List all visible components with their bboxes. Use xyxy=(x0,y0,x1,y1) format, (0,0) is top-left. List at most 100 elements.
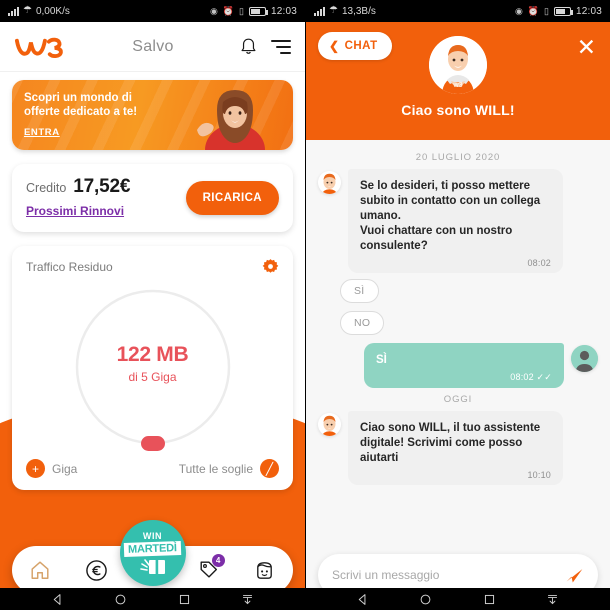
message-bubble-incoming: Se lo desideri, ti posso mettere subito … xyxy=(348,169,563,273)
gift-icon xyxy=(139,558,165,574)
chat-header: ❮ CHAT ✕ w3 Ciao sono WILL! xyxy=(306,22,610,140)
will-chat-screen: ❮ CHAT ✕ w3 Ciao sono WILL! 20 LUGLIO 20… xyxy=(306,22,610,610)
topup-button[interactable]: RICARICA xyxy=(185,181,279,215)
message-text: SÌ xyxy=(376,354,387,366)
message-row-incoming: Se lo desideri, ti posso mettere subito … xyxy=(318,169,598,273)
euro-icon xyxy=(85,559,107,581)
credit-amount: 17,52€ xyxy=(73,176,131,197)
message-time: 08:02 ✓✓ xyxy=(376,372,552,383)
traffic-footer: + Giga Tutte le soglie ╱ xyxy=(26,459,279,478)
home-icon xyxy=(31,561,49,579)
alarm-icon: ⏰ xyxy=(527,5,540,16)
battery-icon xyxy=(248,6,268,16)
user-avatar xyxy=(571,345,598,372)
eye-icon: ◉ xyxy=(209,5,218,16)
wifi-icon: ☂ xyxy=(23,5,32,16)
win-line-1: WIN xyxy=(142,530,163,541)
windtre-w3-logo[interactable] xyxy=(14,32,72,62)
bottom-nav-item-offers[interactable]: 4 xyxy=(192,553,226,587)
status-bar-left: ☂ 0,00K/s ◉ ⏰ ▯ 12:03 xyxy=(0,0,305,22)
home-icon[interactable] xyxy=(114,593,127,606)
day-separator: 20 LUGLIO 2020 xyxy=(415,152,501,163)
status-bar-right: ☂ 13,3B/s ◉ ⏰ ▯ 12:03 xyxy=(306,0,610,22)
right-phone-panel: ☂ 13,3B/s ◉ ⏰ ▯ 12:03 ❮ CHAT ✕ w3 Ciao s… xyxy=(305,0,610,610)
signal-icon xyxy=(314,6,325,16)
bottom-nav-item-credit[interactable] xyxy=(79,553,113,587)
message-text: Ciao sono WILL, il tuo assistente digita… xyxy=(360,422,541,464)
will-avatar-small xyxy=(318,171,341,194)
network-speed-right: 13,3B/s xyxy=(341,5,376,17)
credit-row: Credito 17,52€ xyxy=(26,176,186,198)
quick-reply-yes[interactable]: SÌ xyxy=(340,279,379,303)
message-time: 10:10 xyxy=(527,470,551,480)
all-thresholds-action[interactable]: Tutte le soglie ╱ xyxy=(179,459,279,478)
bell-icon[interactable] xyxy=(240,37,257,57)
traffic-title: Traffico Residuo xyxy=(26,259,113,274)
traffic-card: Traffico Residuo 122 MB di 5 Giga + Giga… xyxy=(12,246,293,490)
message-time: 08:02 xyxy=(527,258,551,268)
will-avatar-art: w3 xyxy=(429,36,487,94)
next-renewals-link[interactable]: Prossimi Rinnovi xyxy=(26,204,124,218)
windtre-app-home: Salvo Scopri un mondo di offerte dedicat… xyxy=(0,22,305,610)
bottom-nav-item-profile[interactable] xyxy=(248,553,282,587)
add-giga-action[interactable]: + Giga xyxy=(26,459,77,478)
gear-icon[interactable] xyxy=(262,258,279,275)
status-right-group: ◉ ⏰ ▯ 12:03 xyxy=(210,6,297,17)
promo-cta-link[interactable]: ENTRA xyxy=(24,127,60,138)
chat-message-list[interactable]: 20 LUGLIO 2020 Se lo desideri, ti posso … xyxy=(306,140,610,562)
gauge-center-text: 122 MB di 5 Giga xyxy=(78,343,228,384)
back-icon[interactable] xyxy=(51,593,64,606)
thresholds-label: Tutte le soglie xyxy=(178,461,253,476)
data-gauge: 122 MB di 5 Giga xyxy=(26,277,279,457)
back-to-chat-button[interactable]: ❮ CHAT xyxy=(318,32,392,60)
back-to-chat-label: CHAT xyxy=(344,40,378,52)
svg-text:w3: w3 xyxy=(453,82,463,89)
vibrate-icon: ▯ xyxy=(544,5,549,16)
android-navigation-bars xyxy=(0,588,610,610)
clock-left: 12:03 xyxy=(270,5,297,17)
block-icon: ╱ xyxy=(260,459,279,478)
signal-icon xyxy=(8,6,19,16)
chevron-left-icon: ❮ xyxy=(329,39,340,53)
home-icon[interactable] xyxy=(419,593,432,606)
will-avatar-small xyxy=(318,413,341,436)
quick-reply-list: SÌ NO xyxy=(318,279,598,343)
bottom-nav-item-home[interactable] xyxy=(23,553,57,587)
hide-navbar-icon[interactable] xyxy=(241,593,254,606)
send-icon[interactable] xyxy=(564,565,584,585)
win-line-2: MARTEDÌ xyxy=(123,540,182,557)
clock-right: 12:03 xyxy=(575,5,602,17)
credit-card: Credito 17,52€ Prossimi Rinnovi RICARICA xyxy=(12,164,293,232)
android-nav-right xyxy=(305,588,610,610)
credit-info: Credito 17,52€ Prossimi Rinnovi xyxy=(26,176,186,220)
back-icon[interactable] xyxy=(356,593,369,606)
app-header: Salvo xyxy=(0,22,305,72)
close-icon[interactable]: ✕ xyxy=(575,32,598,63)
promo-woman-photo xyxy=(197,90,265,150)
message-text: Se lo desideri, ti posso mettere subito … xyxy=(360,180,541,252)
recents-icon[interactable] xyxy=(483,593,496,606)
eye-icon: ◉ xyxy=(514,5,523,16)
will-bot-avatar xyxy=(318,413,341,436)
message-bubble-outgoing: SÌ 08:02 ✓✓ xyxy=(364,343,564,388)
gauge-knob[interactable] xyxy=(140,436,165,451)
promo-banner[interactable]: Scopri un mondo di offerte dedicato a te… xyxy=(12,80,293,150)
message-row-outgoing: SÌ 08:02 ✓✓ xyxy=(318,343,598,388)
win-martedi-button[interactable]: WIN MARTEDÌ xyxy=(119,520,186,586)
hide-navbar-icon[interactable] xyxy=(546,593,559,606)
message-input[interactable] xyxy=(332,568,564,582)
quick-reply-no[interactable]: NO xyxy=(340,311,385,335)
network-speed-left: 0,00K/s xyxy=(35,5,70,17)
read-check-icon: ✓✓ xyxy=(536,372,552,382)
day-separator-today: OGGI xyxy=(443,394,473,405)
header-actions xyxy=(240,37,291,57)
status-left-group-right: ☂ 13,3B/s xyxy=(314,6,376,17)
data-remaining: 122 MB xyxy=(116,343,189,367)
status-right-group-right: ◉ ⏰ ▯ 12:03 xyxy=(515,6,602,17)
recents-icon[interactable] xyxy=(178,593,191,606)
battery-icon xyxy=(553,6,573,16)
wifi-icon: ☂ xyxy=(329,5,338,16)
hamburger-menu-icon[interactable] xyxy=(271,39,291,54)
dual-screenshot: ☂ 0,00K/s ◉ ⏰ ▯ 12:03 Salvo Scopri un mo… xyxy=(0,0,610,610)
plus-icon: + xyxy=(26,459,45,478)
